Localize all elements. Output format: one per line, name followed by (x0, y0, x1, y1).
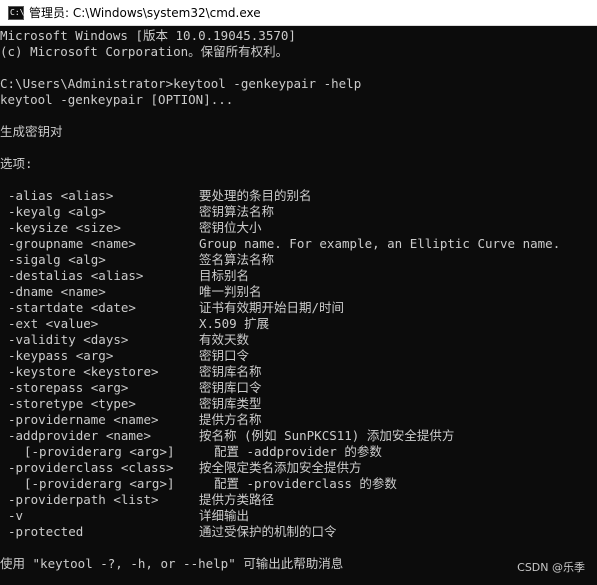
option-description: 密钥算法名称 (199, 204, 275, 219)
option-description: 密钥库名称 (199, 364, 262, 379)
console-line: Microsoft Windows [版本 10.0.19045.3570] (0, 28, 296, 43)
option-name: -keypass <arg> (8, 348, 114, 363)
option-description: 密钥库类型 (199, 396, 262, 411)
option-description: 要处理的条目的别名 (199, 188, 312, 203)
console-line: 使用 "keytool -?, -h, or --help" 可输出此帮助消息 (0, 556, 344, 571)
option-row: -sigalg <alg> 签名算法名称 (0, 252, 597, 268)
option-description: 密钥库口令 (199, 380, 262, 395)
option-row: -validity <days> 有效天数 (0, 332, 597, 348)
option-row: -addprovider <name> 按名称 (例如 SunPKCS11) 添加… (0, 428, 597, 444)
option-name: -validity <days> (8, 332, 129, 347)
option-description: 签名算法名称 (199, 252, 275, 267)
option-description: 目标别名 (199, 268, 250, 283)
option-description: 密钥口令 (199, 348, 250, 363)
console-line: 选项: (0, 156, 33, 171)
option-row: -ext <value> X.509 扩展 (0, 316, 597, 332)
option-row: -startdate <date> 证书有效期开始日期/时间 (0, 300, 597, 316)
watermark: CSDN @乐季 (517, 561, 585, 574)
option-name: -storepass <arg> (8, 380, 129, 395)
option-name: -dname <name> (8, 284, 106, 299)
option-name: -providerclass <class> (8, 460, 174, 475)
console-line: (c) Microsoft Corporation。保留所有权利。 (0, 44, 289, 59)
option-description: 配置 -addprovider 的参数 (214, 444, 382, 459)
window-title: 管理员: C:\Windows\system32\cmd.exe (29, 6, 261, 20)
option-row: -protected 通过受保护的机制的口令 (0, 524, 597, 540)
option-row: -storepass <arg> 密钥库口令 (0, 380, 597, 396)
option-description: 按全限定类名添加安全提供方 (199, 460, 362, 475)
title-bar[interactable]: C:\ 管理员: C:\Windows\system32\cmd.exe (0, 0, 597, 26)
option-name: -destalias <alias> (8, 268, 144, 283)
option-name: -keystore <keystore> (8, 364, 159, 379)
option-description: 通过受保护的机制的口令 (199, 524, 337, 539)
option-name: -v (8, 508, 24, 523)
option-subargument: [-providerarg <arg>] (24, 444, 175, 459)
option-name: -sigalg <alg> (8, 252, 106, 267)
option-row: [-providerarg <arg>] 配置 -providerclass 的参… (0, 476, 597, 492)
option-row: -keystore <keystore> 密钥库名称 (0, 364, 597, 380)
option-row: -providerclass <class> 按全限定类名添加安全提供方 (0, 460, 597, 476)
option-name: -keyalg <alg> (8, 204, 106, 219)
option-name: -keysize <size> (8, 220, 121, 235)
option-description: 密钥位大小 (199, 220, 262, 235)
option-subargument: [-providerarg <arg>] (24, 476, 175, 491)
option-description: 唯一判别名 (199, 284, 262, 299)
option-row: -keysize <size> 密钥位大小 (0, 220, 597, 236)
option-row: [-providerarg <arg>] 配置 -addprovider 的参数 (0, 444, 597, 460)
console-output[interactable]: Microsoft Windows [版本 10.0.19045.3570] (c… (0, 28, 597, 585)
option-row: -keypass <arg> 密钥口令 (0, 348, 597, 364)
cmd-icon-glyph: C:\ (10, 8, 25, 17)
option-row: -v 详细输出 (0, 508, 597, 524)
option-row: -providername <name> 提供方名称 (0, 412, 597, 428)
option-row: -alias <alias> 要处理的条目的别名 (0, 188, 597, 204)
option-description: 证书有效期开始日期/时间 (199, 300, 345, 315)
option-description: 提供方类路径 (199, 492, 275, 507)
option-name: -startdate <date> (8, 300, 136, 315)
option-row: -providerpath <list> 提供方类路径 (0, 492, 597, 508)
option-description: 有效天数 (199, 332, 250, 347)
console-line: C:\Users\Administrator>keytool -genkeypa… (0, 76, 362, 91)
console-line: keytool -genkeypair [OPTION]... (0, 92, 234, 107)
option-row: -destalias <alias> 目标别名 (0, 268, 597, 284)
option-name: -providername <name> (8, 412, 159, 427)
option-description: 配置 -providerclass 的参数 (214, 476, 397, 491)
option-description: 提供方名称 (199, 412, 262, 427)
cmd-window: C:\ 管理员: C:\Windows\system32\cmd.exe Mic… (0, 0, 597, 585)
option-description: X.509 扩展 (199, 316, 270, 331)
option-name: -ext <value> (8, 316, 99, 331)
option-description: Group name. For example, an Elliptic Cur… (199, 236, 561, 251)
option-name: -alias <alias> (8, 188, 114, 203)
option-row: -dname <name> 唯一判别名 (0, 284, 597, 300)
option-name: -protected (8, 524, 84, 539)
option-name: -addprovider <name> (8, 428, 151, 443)
console-line: 生成密钥对 (0, 124, 63, 139)
option-name: -groupname <name> (8, 236, 136, 251)
option-description: 按名称 (例如 SunPKCS11) 添加安全提供方 (199, 428, 455, 443)
option-name: -providerpath <list> (8, 492, 159, 507)
option-row: -storetype <type> 密钥库类型 (0, 396, 597, 412)
option-row: -keyalg <alg> 密钥算法名称 (0, 204, 597, 220)
option-description: 详细输出 (199, 508, 250, 523)
cmd-icon: C:\ (8, 5, 25, 20)
option-name: -storetype <type> (8, 396, 136, 411)
option-row: -groupname <name> Group name. For example… (0, 236, 597, 252)
